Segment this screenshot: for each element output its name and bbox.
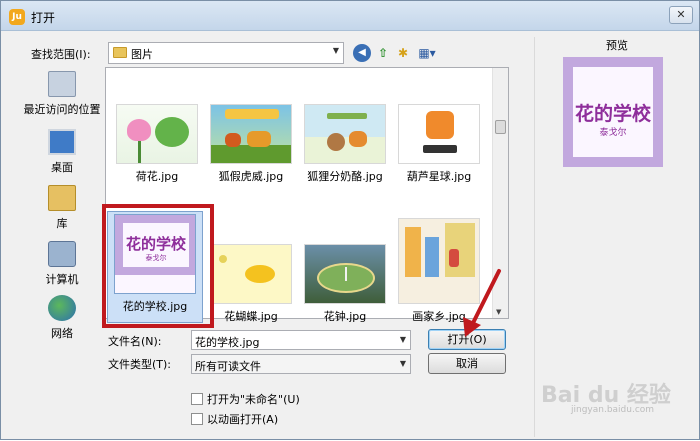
watermark-url: jingyan.baidu.com [571,405,655,415]
lookin-dropdown[interactable]: 图片 ▼ [108,42,344,64]
open-as-untitled-checkbox[interactable] [191,393,203,405]
place-label: 最近访问的位置 [23,103,101,116]
place-library[interactable]: 库 [21,185,103,231]
window-title: 打开 [31,11,56,25]
file-item[interactable]: 狐狸分奶酪.jpg [298,104,392,184]
scrollbar-thumb[interactable] [495,120,506,134]
place-computer[interactable]: 计算机 [21,241,103,287]
file-item[interactable]: 花钟.jpg [298,244,392,324]
library-icon [48,185,76,211]
close-icon: ✕ [676,8,686,21]
preview-label: 预览 [606,39,628,52]
annotation-highlight-box [102,204,214,328]
back-icon[interactable]: ◀ [353,44,371,62]
lookin-label: 查找范围(I): [31,48,91,61]
view-menu-icon[interactable]: ▦▾ [415,44,439,62]
vertical-scrollbar[interactable]: ▼ [492,68,508,318]
place-label: 计算机 [45,273,79,286]
file-thumbnail [116,104,198,164]
file-thumbnail [398,104,480,164]
open-as-untitled-option[interactable]: 打开为"未命名"(U) [191,391,300,407]
computer-icon [48,241,76,267]
filetype-select[interactable]: 所有可读文件 ▼ [191,354,411,374]
chevron-down-icon[interactable]: ▼ [400,335,406,344]
file-thumbnail [304,104,386,164]
new-folder-icon[interactable]: ✱ [394,44,412,62]
file-item[interactable]: 荷花.jpg [110,104,204,184]
file-name: 狐假虎威.jpg [218,170,284,183]
open-as-animation-option[interactable]: 以动画打开(A) [191,411,278,427]
place-network[interactable]: 网络 [21,295,103,341]
places-bar: 最近访问的位置 桌面 库 计算机 网络 [21,69,103,359]
watermark: Bai du 经验 jingyan.baidu.com [541,377,681,417]
folder-icon [113,47,127,58]
file-name: 画家乡.jpg [412,310,466,323]
desktop-icon [48,129,76,155]
open-as-animation-checkbox[interactable] [191,413,203,425]
preview-divider [534,37,535,437]
lookin-value: 图片 [131,48,153,61]
file-thumbnail [210,244,292,304]
preview-subtitle: 泰戈尔 [599,128,627,138]
scroll-down-icon[interactable]: ▼ [496,308,501,316]
file-name: 荷花.jpg [135,170,179,183]
filename-value: 花的学校.jpg [195,336,260,349]
place-recent[interactable]: 最近访问的位置 [21,71,103,117]
open-button[interactable]: 打开(O) [428,329,506,350]
file-item[interactable]: 狐假虎威.jpg [204,104,298,184]
filename-label: 文件名(N): [108,335,162,348]
filetype-label: 文件类型(T): [108,358,172,371]
file-item[interactable]: 葫芦星球.jpg [392,104,486,184]
place-label: 网络 [51,327,73,340]
open-file-dialog: Ju 打开 ✕ 查找范围(I): 图片 ▼ ◀ ⇧ ✱ ▦▾ 最近访问的位置 桌… [0,0,700,440]
file-thumbnail [210,104,292,164]
preview-title: 花的学校 [574,103,651,125]
title-bar: Ju 打开 ✕ [1,1,699,31]
chevron-down-icon: ▼ [399,359,406,368]
network-icon [48,295,76,321]
up-folder-icon[interactable]: ⇧ [374,44,392,62]
file-item[interactable]: 画家乡.jpg [392,218,486,324]
place-label: 桌面 [51,161,73,174]
file-name: 狐狸分奶酪.jpg [307,170,383,183]
app-icon: Ju [9,9,25,25]
filename-input[interactable]: 花的学校.jpg ▼ [191,330,411,350]
file-item[interactable]: 花蝴蝶.jpg [204,244,298,324]
cancel-button[interactable]: 取消 [428,353,506,374]
place-desktop[interactable]: 桌面 [21,129,103,175]
file-name: 葫芦星球.jpg [406,170,472,183]
close-button[interactable]: ✕ [669,6,693,24]
filetype-value: 所有可读文件 [195,360,261,373]
preview-image: 花的学校 泰戈尔 [563,57,663,167]
checkbox-label: 打开为"未命名"(U) [207,393,300,406]
checkbox-label: 以动画打开(A) [207,413,279,426]
place-label: 库 [56,217,68,230]
file-name: 花蝴蝶.jpg [224,310,278,323]
recent-places-icon [48,71,76,97]
file-name: 花钟.jpg [323,310,367,323]
chevron-down-icon: ▼ [332,46,339,55]
file-thumbnail [304,244,386,304]
file-thumbnail [398,218,480,304]
